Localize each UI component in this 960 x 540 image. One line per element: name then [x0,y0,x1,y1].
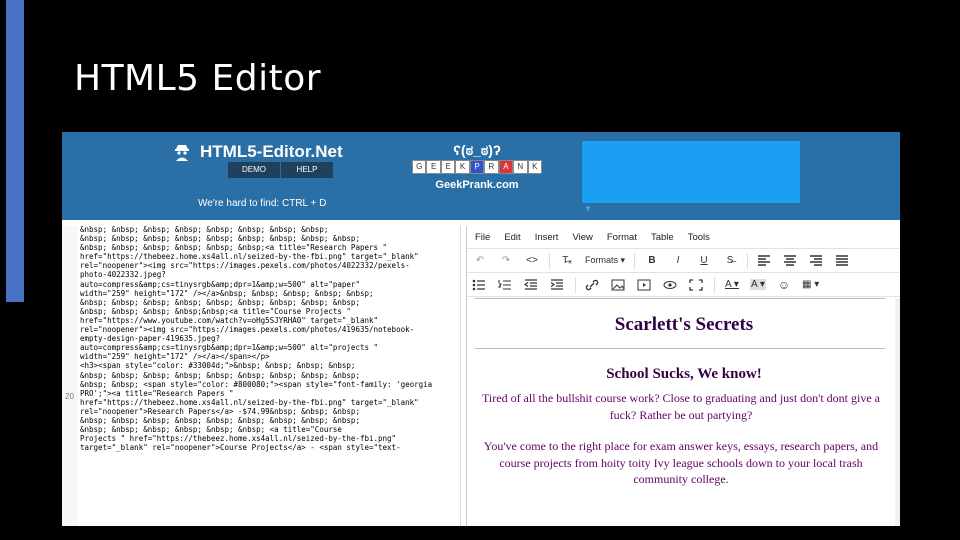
editor-scrollbar[interactable] [895,298,900,526]
ad-letter: G [412,160,427,174]
bullet-list-icon[interactable] [472,279,488,291]
media-icon[interactable] [637,279,653,291]
ad-letter: P [469,160,485,174]
source-code-icon[interactable]: <> [524,255,540,266]
toolbar-divider [714,276,715,293]
document-body[interactable]: Scarlett's Secrets School Sucks, We know… [467,298,900,526]
ad-letter: E [440,160,456,174]
underline-button[interactable]: U [696,255,712,266]
link-icon[interactable] [585,279,601,291]
italic-button[interactable]: I [670,255,686,266]
emoji-icon[interactable]: ☺ [776,278,792,292]
outdent-icon[interactable] [524,278,540,291]
undo-icon[interactable]: ↶ [472,255,488,266]
menu-format[interactable]: Format [607,232,637,243]
ad-letter: K [527,160,542,174]
editor-toolbar-primary: ↶ ↷ <> T̶ₓ Formats ▾ B I U S̶ [467,249,900,273]
html-source-code[interactable]: &nbsp; &nbsp; &nbsp; &nbsp; &nbsp; &nbsp… [80,225,456,452]
code-editor[interactable]: 20 &nbsp; &nbsp; &nbsp; &nbsp; &nbsp; &n… [62,225,461,526]
ad-letter: A [498,160,514,174]
ad-letter: E [426,160,441,174]
redo-icon[interactable]: ↷ [498,255,514,266]
preview-icon[interactable] [663,279,679,291]
clear-format-icon[interactable]: T̶ₓ [559,255,575,266]
site-brand[interactable]: HTML5-Editor.Net [172,142,343,162]
ad-choices-icon[interactable]: ▿ [586,204,590,213]
toolbar-divider [575,276,576,293]
lenny-face: ʕ(ಠ_ಠ)ʔ [453,142,501,158]
align-left-icon[interactable] [757,254,773,267]
menu-table[interactable]: Table [651,232,674,243]
site-brand-label: HTML5-Editor.Net [200,142,343,161]
align-justify-icon[interactable] [835,254,851,267]
menu-file[interactable]: File [475,232,490,243]
geekprank-ad[interactable]: ʕ(ಠ_ಠ)ʔ G E E K P R A N K GeekPrank.com [412,142,542,191]
ad-letter: R [484,160,499,174]
document-paragraph: Tired of all the bullshit course work? C… [482,391,880,422]
site-tagline: We're hard to find: CTRL + D [198,198,327,209]
ad-banner[interactable] [582,141,800,203]
fullscreen-icon[interactable] [689,278,705,291]
geekprank-letters: G E E K P R A N K [412,160,542,174]
divider [475,348,885,349]
document-paragraph: You've come to the right place for exam … [483,439,879,486]
menu-view[interactable]: View [572,232,592,243]
menu-insert[interactable]: Insert [535,232,559,243]
document-subheading: School Sucks, We know! [606,366,762,382]
line-gutter: 20 [62,226,78,526]
site-header: HTML5-Editor.Net DEMO HELP We're hard to… [62,132,900,220]
ad-letter: K [455,160,470,174]
table-dropdown[interactable]: ▦ ▾ [802,279,819,290]
strikethrough-button[interactable]: S̶ [722,255,738,266]
site-nav: DEMO HELP [228,162,334,178]
align-right-icon[interactable] [809,254,825,267]
ad-letter: N [513,160,528,174]
geekprank-domain: GeekPrank.com [435,179,519,191]
indent-icon[interactable] [550,278,566,291]
wysiwyg-editor: File Edit Insert View Format Table Tools… [466,226,900,526]
editor-menubar: File Edit Insert View Format Table Tools [467,226,900,249]
text-color-dropdown[interactable]: A ▾ [724,279,740,290]
editor-toolbar-secondary: A ▾ A ▾ ☺ ▦ ▾ [467,273,900,297]
toolbar-divider [549,252,550,269]
line-number: 20 [65,392,74,401]
divider [475,298,885,299]
align-center-icon[interactable] [783,254,799,267]
document-heading: Scarlett's Secrets [614,314,754,335]
editor-screenshot: HTML5-Editor.Net DEMO HELP We're hard to… [62,132,900,526]
toolbar-divider [747,252,749,269]
formats-dropdown[interactable]: Formats ▾ [585,255,625,266]
spy-logo-icon [175,145,189,161]
slide-title: HTML5 Editor [74,58,322,99]
background-color-dropdown[interactable]: A ▾ [750,279,766,290]
menu-tools[interactable]: Tools [688,232,710,243]
menu-edit[interactable]: Edit [504,232,520,243]
nav-demo-button[interactable]: DEMO [228,162,281,178]
numbered-list-icon[interactable] [498,279,514,291]
nav-help-button[interactable]: HELP [281,162,334,178]
bold-button[interactable]: B [644,255,660,266]
image-icon[interactable] [611,279,627,291]
slide-accent-bar [6,0,24,302]
toolbar-divider [634,252,636,269]
